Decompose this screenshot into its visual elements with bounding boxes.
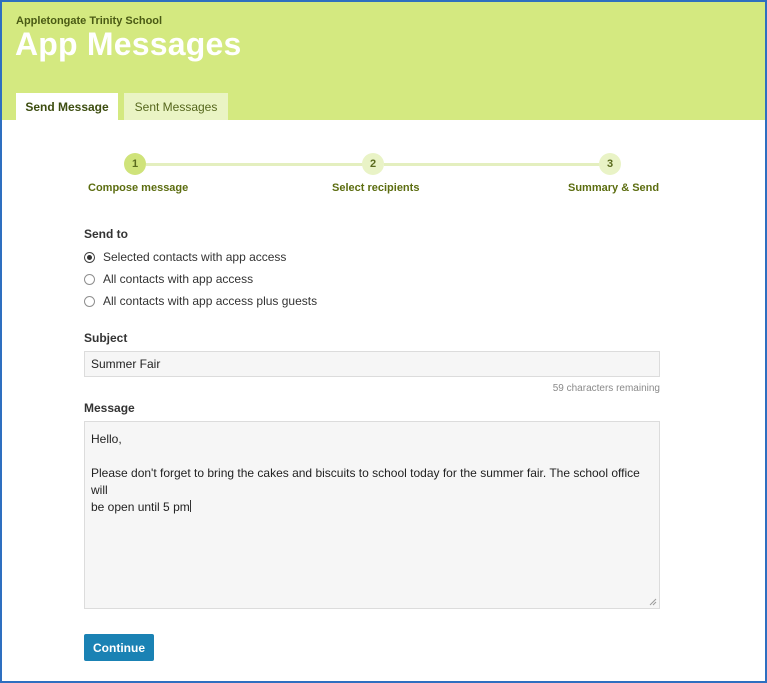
message-label: Message — [84, 401, 135, 415]
tab-send-message[interactable]: Send Message — [16, 93, 118, 121]
radio-button-checked[interactable] — [84, 251, 95, 263]
message-textarea[interactable]: Hello, Please don't forget to bring the … — [84, 421, 660, 609]
subject-label: Subject — [84, 331, 128, 345]
radio-button[interactable] — [84, 273, 95, 285]
tab-sent-messages[interactable]: Sent Messages — [124, 93, 228, 120]
send-to-option-selected-contacts[interactable]: Selected contacts with app access — [84, 250, 286, 264]
header: Appletongate Trinity School App Messages… — [2, 2, 765, 121]
radio-button[interactable] — [84, 295, 95, 307]
message-line: Hello, — [91, 432, 122, 446]
send-to-option-label: Selected contacts with app access — [103, 250, 287, 264]
subject-input[interactable]: Summer Fair — [84, 351, 660, 377]
step-1-label: Compose message — [88, 182, 189, 194]
app-title: App Messages — [15, 26, 242, 62]
step-3-label: Summary & Send — [568, 182, 660, 194]
text-cursor — [189, 500, 191, 512]
message-line-text: be open until 5 pm — [91, 500, 190, 514]
resize-handle-icon[interactable] — [649, 598, 657, 606]
continue-button[interactable]: Continue — [84, 634, 154, 661]
step-2-indicator: 2 — [362, 153, 384, 175]
send-to-option-label: All contacts with app access plus guests — [103, 294, 318, 308]
app-window: Appletongate Trinity School App Messages… — [0, 0, 767, 683]
stepper-connector-2 — [384, 163, 600, 166]
message-line-last: be open until 5 pm — [91, 499, 653, 516]
step-1-indicator: 1 — [124, 153, 146, 175]
step-3-indicator: 3 — [599, 153, 621, 175]
send-to-label: Send to — [84, 227, 128, 241]
characters-remaining: 59 characters remaining — [552, 383, 660, 394]
send-to-option-all-plus-guests[interactable]: All contacts with app access plus guests — [84, 294, 317, 308]
stepper-connector-1 — [146, 163, 364, 166]
send-to-option-all-contacts[interactable]: All contacts with app access — [84, 272, 253, 286]
step-2-label: Select recipients — [332, 182, 420, 194]
send-to-option-label: All contacts with app access — [103, 272, 254, 286]
message-line: Please don't forget to bring the cakes a… — [91, 466, 644, 497]
